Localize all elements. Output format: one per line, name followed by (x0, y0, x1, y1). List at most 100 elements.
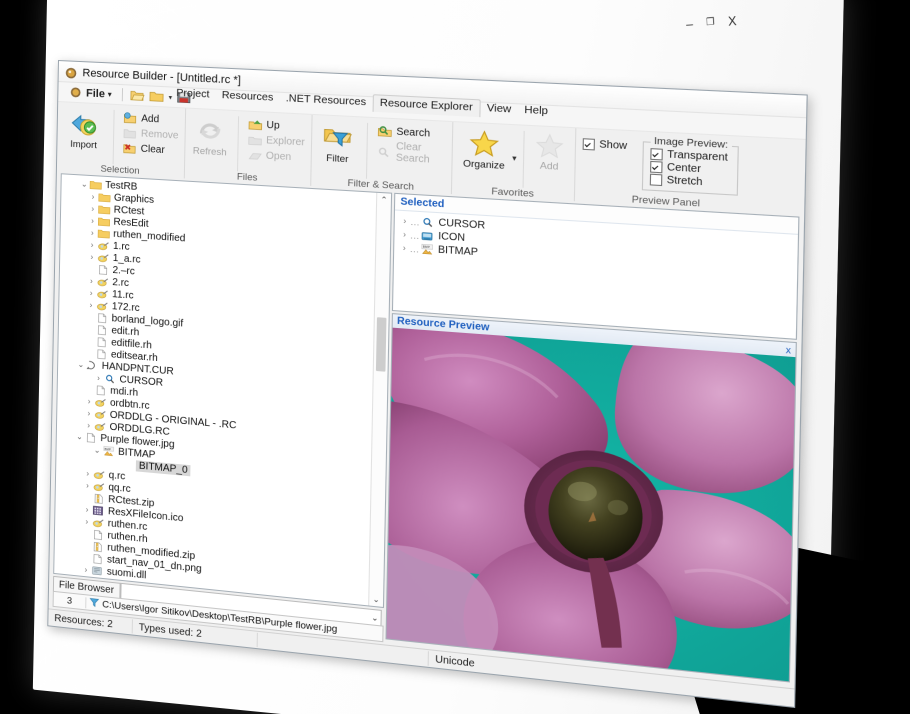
clear-button[interactable]: Clear (123, 142, 179, 158)
filter-button[interactable]: Filter (318, 118, 358, 165)
chevron-right-icon[interactable]: › (88, 203, 98, 213)
file-tree[interactable]: ⌄ TestRB › Graphics › RCtest › ResEdit › ruthen_m… (54, 176, 376, 605)
filter-small-buttons[interactable]: Search Clear Search (377, 121, 446, 166)
tab-view[interactable]: View (480, 100, 518, 118)
minimize-icon[interactable]: – (686, 16, 694, 31)
clear-search-button[interactable]: Clear Search (377, 140, 446, 167)
tree-line (110, 463, 120, 464)
folder-icon (97, 215, 110, 227)
ico-icon (92, 504, 105, 516)
open-button[interactable]: Open (247, 148, 304, 164)
chevron-right-icon[interactable]: › (86, 300, 96, 310)
chevron-right-icon[interactable]: › (94, 373, 104, 383)
show-preview-checkbox[interactable]: Show (582, 138, 627, 152)
tree-item-label: 172.rc (111, 300, 140, 314)
folder-icon (97, 227, 110, 239)
resource-count: 3 (53, 593, 87, 608)
file-icon (92, 528, 105, 540)
open-label: Open (265, 150, 292, 164)
outer-window-controls[interactable]: – ❐ X (685, 5, 763, 37)
chevron-right-icon[interactable]: › (81, 564, 91, 574)
cursor-icon (103, 372, 116, 384)
chevron-right-icon[interactable]: › (83, 480, 93, 490)
chevron-down-icon[interactable]: ⌄ (75, 431, 85, 441)
icon-icon (420, 230, 435, 242)
organize-caret-icon[interactable]: ▾ (512, 153, 517, 163)
stretch-checkbox-box[interactable] (649, 173, 663, 187)
tab-project[interactable]: Project (170, 85, 216, 102)
chevron-down-icon[interactable]: ⌄ (79, 179, 89, 189)
folder-icon[interactable] (149, 89, 164, 103)
selection-small-buttons[interactable]: Add Remove Clear (123, 108, 179, 157)
chevron-right-icon[interactable]: › (84, 396, 94, 406)
chevron-right-icon[interactable]: › (84, 420, 94, 430)
chevron-right-icon[interactable]: › (84, 408, 94, 418)
center-checkbox-box[interactable] (650, 160, 663, 174)
chevron-right-icon[interactable]: › (86, 288, 96, 298)
chevron-right-icon[interactable]: › (82, 504, 92, 514)
zip-icon (91, 540, 104, 552)
combo-caret-icon[interactable]: ⌄ (371, 613, 378, 623)
chevron-right-icon[interactable]: › (83, 468, 93, 478)
search-button[interactable]: Search (377, 124, 446, 141)
show-checkbox-box[interactable] (582, 138, 595, 151)
add-favorite-button[interactable]: Add (530, 129, 568, 173)
chevron-right-icon[interactable]: › (86, 276, 96, 286)
organize-button[interactable]: Organize (459, 126, 510, 173)
rc-icon (92, 516, 105, 528)
remove-icon (123, 126, 137, 140)
chevron-down-icon[interactable]: ⌄ (76, 359, 86, 369)
import-button[interactable]: Import (63, 105, 104, 151)
client-area: ⌄ TestRB › Graphics › RCtest › ResEdit › ruthen_m… (48, 171, 805, 707)
maximize-icon[interactable]: ❐ (706, 16, 715, 28)
close-icon[interactable]: X (728, 13, 737, 29)
chevron-right-icon[interactable]: › (87, 228, 97, 238)
tab-resources[interactable]: Resources (215, 88, 279, 106)
tree-connector: … (409, 243, 420, 255)
tree-item-label: 1.rc (112, 240, 130, 253)
files-small-buttons[interactable]: Up Explorer Open (247, 115, 305, 165)
filter-funnel-icon[interactable] (86, 596, 102, 611)
chevron-right-icon[interactable]: › (87, 252, 97, 262)
up-folder-icon (248, 120, 263, 132)
chevron-right-icon[interactable]: › (400, 216, 410, 226)
rc-icon (92, 480, 105, 492)
tree-item-label: qq.rc (108, 481, 131, 495)
tree-connector: … (410, 216, 420, 228)
refresh-button[interactable]: Refresh (191, 112, 228, 159)
add-button[interactable]: Add (123, 111, 179, 127)
tree-line (82, 497, 92, 498)
explorer-button[interactable]: Explorer (248, 133, 305, 149)
ribbon-group-selection: Import Add Remove Clear Selection (56, 102, 187, 182)
explorer-icon (248, 133, 263, 147)
file-menu-button[interactable]: File ▾ (64, 84, 115, 102)
chevron-right-icon[interactable]: › (82, 516, 92, 526)
scroll-up-arrow[interactable]: ⌃ (377, 193, 391, 207)
tab-help[interactable]: Help (518, 102, 555, 120)
filter-label: Filter (326, 152, 349, 166)
zip-icon (92, 492, 105, 504)
cursor-icon (420, 216, 435, 228)
file-tree-panel[interactable]: ⌄ TestRB › Graphics › RCtest › ResEdit › ruthen_m… (53, 173, 393, 609)
scroll-down-arrow[interactable]: ⌄ (369, 592, 383, 607)
chevron-right-icon[interactable]: › (87, 240, 97, 250)
organize-label: Organize (462, 158, 505, 172)
file-icon (95, 336, 108, 348)
chevron-right-icon[interactable]: › (88, 191, 98, 201)
preview-close-icon[interactable]: x (786, 344, 791, 355)
remove-button[interactable]: Remove (123, 126, 179, 142)
rc-icon (96, 287, 109, 299)
chevron-right-icon[interactable]: › (88, 215, 98, 225)
chevron-right-icon[interactable]: › (399, 243, 409, 253)
folder-icon (98, 203, 111, 215)
chevron-right-icon[interactable]: › (400, 229, 410, 240)
chevron-down-icon[interactable]: ⌄ (92, 445, 102, 455)
scrollbar-thumb[interactable] (375, 317, 387, 372)
tree-line (85, 352, 95, 353)
ribbon-group-filter-search: Filter Search Clear Search Filter & Sear… (311, 114, 454, 198)
transparent-checkbox-box[interactable] (650, 148, 663, 161)
tree-item-label: RCtest (113, 204, 145, 218)
tree-line (85, 340, 95, 341)
up-button[interactable]: Up (248, 118, 305, 134)
open-folder-icon[interactable] (130, 89, 145, 103)
